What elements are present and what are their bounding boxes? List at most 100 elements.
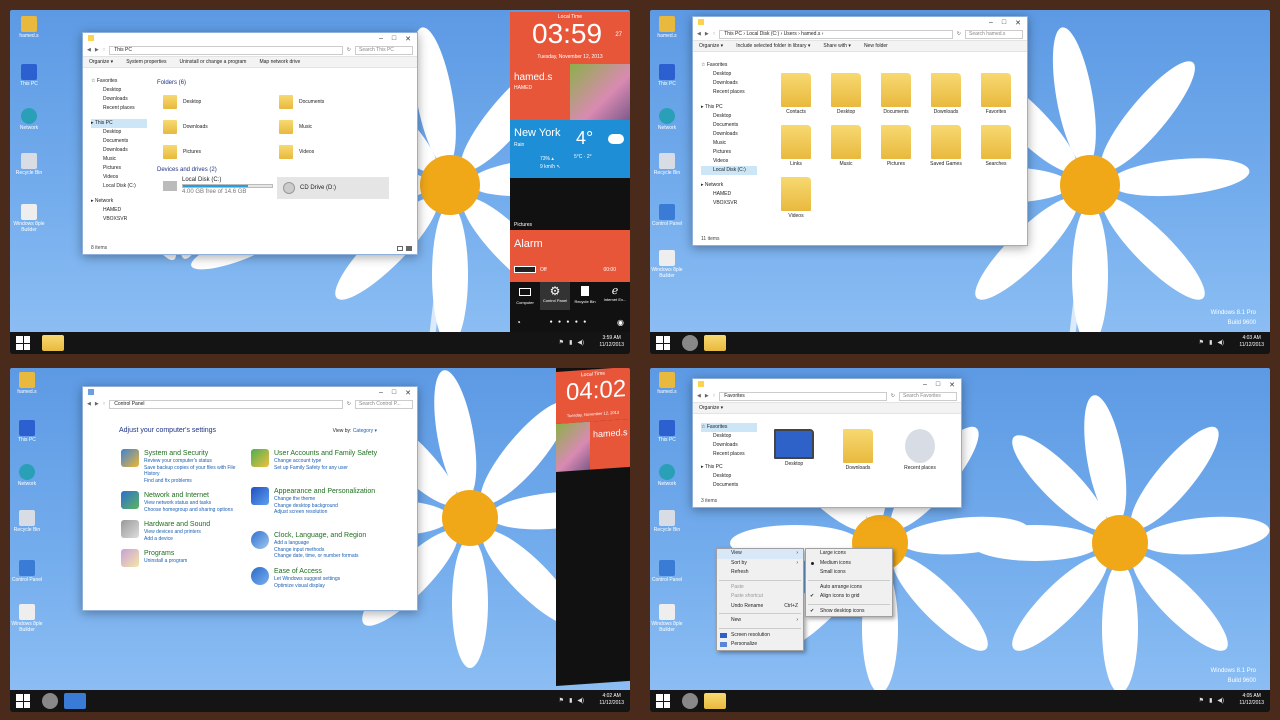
back-icon[interactable]: ◀	[87, 47, 91, 53]
internet-explorer-taskbar-icon[interactable]	[42, 693, 58, 709]
desktop-icon-recycle-bin[interactable]: Recycle Bin	[10, 510, 44, 533]
search-input[interactable]: Search Favorites	[899, 391, 957, 401]
category-link[interactable]: Find and fix problems	[144, 478, 235, 485]
page-dots[interactable]: ● ● ● ● ●	[550, 319, 589, 325]
category-link[interactable]: Choose homegroup and sharing options	[144, 507, 233, 514]
category-link[interactable]: Set up Family Safety for any user	[274, 465, 377, 472]
file-explorer-taskbar-icon[interactable]	[42, 335, 64, 351]
network-tray-icon[interactable]: ▮	[569, 697, 572, 704]
folder-item[interactable]: Pictures	[871, 125, 921, 167]
folder-item[interactable]: Music	[279, 120, 312, 134]
forward-icon[interactable]: ▶	[95, 401, 99, 407]
category-ease-of-access[interactable]: Ease of Access Let Windows suggest setti…	[251, 567, 391, 589]
category-link[interactable]: Uninstall a program	[144, 558, 187, 565]
search-input[interactable]: Search Control P...	[355, 399, 413, 409]
alarm-tile[interactable]: Alarm Off 00:00	[510, 230, 630, 282]
category-appearance[interactable]: Appearance and Personalization Change th…	[251, 487, 391, 516]
nav-item[interactable]: Desktop	[91, 128, 147, 137]
shortcut-computer[interactable]: Computer	[510, 282, 540, 310]
minimize-button[interactable]: –	[379, 389, 383, 396]
desktop-icon-this-pc[interactable]: This PC	[650, 64, 684, 87]
folder-item[interactable]: Documents	[871, 73, 921, 115]
category-link[interactable]: Optimize visual display	[274, 583, 340, 590]
nav-network[interactable]: ▸ Network	[701, 181, 757, 190]
desktop-icon-user[interactable]: hamed.s	[12, 16, 46, 39]
volume-icon[interactable]: ◀)	[1217, 697, 1224, 704]
desktop-icon-control-panel[interactable]: Control Panel	[10, 560, 44, 583]
category-link[interactable]: Add a device	[144, 536, 210, 543]
maximize-button[interactable]: □	[392, 389, 396, 396]
search-input[interactable]: Search hamed.s	[965, 29, 1023, 39]
forward-icon[interactable]: ▶	[95, 47, 99, 53]
address-field[interactable]: Control Panel	[109, 399, 343, 409]
submenu-small-icons[interactable]: Small icons	[806, 568, 892, 578]
back-icon[interactable]: ◀	[697, 31, 701, 37]
category-programs[interactable]: Programs Uninstall a program	[121, 549, 261, 567]
desktop-icon-this-pc[interactable]: This PC	[650, 420, 684, 443]
nav-item[interactable]: Documents	[701, 121, 757, 130]
nav-item[interactable]: Recent places	[91, 104, 147, 113]
desktop-icon-builder[interactable]: Windows 8ple Builder	[10, 604, 44, 633]
volume-icon[interactable]: ◀)	[577, 339, 584, 346]
category-system-security[interactable]: System and Security Review your computer…	[121, 449, 261, 484]
action-center-icon[interactable]: ⚑	[559, 697, 564, 704]
nav-item[interactable]: VBOXSVR	[701, 199, 757, 208]
folder-item[interactable]: Saved Games	[921, 125, 971, 167]
start-button[interactable]	[656, 336, 670, 350]
start-button[interactable]	[16, 336, 30, 350]
action-center-icon[interactable]: ⚑	[559, 339, 564, 346]
category-title[interactable]: Appearance and Personalization	[274, 487, 375, 496]
folder-item[interactable]: Downloads	[921, 73, 971, 115]
wrench-icon[interactable]: ◔	[516, 318, 521, 327]
action-center-icon[interactable]: ⚑	[1199, 339, 1204, 346]
folder-item[interactable]: Contacts	[771, 73, 821, 115]
nav-item[interactable]: Downloads	[701, 79, 757, 88]
folder-item[interactable]: Links	[771, 125, 821, 167]
desktop-icon-network[interactable]: Network	[10, 464, 44, 487]
share-with-button[interactable]: Share with ▾	[823, 43, 851, 49]
close-button[interactable]: ✕	[1015, 19, 1021, 27]
settings-icon[interactable]: ◉	[617, 318, 624, 327]
menu-item-undo-rename[interactable]: Undo Rename Ctrl+Z	[717, 602, 803, 612]
minimize-button[interactable]: –	[989, 19, 993, 26]
up-icon[interactable]: ↑	[103, 47, 106, 53]
weather-tile[interactable]: New York Rain 73% ▴ 9 km/h ↖ 4° 5°C · 2°	[510, 120, 630, 178]
minimize-button[interactable]: –	[923, 381, 927, 388]
nav-this-pc[interactable]: ▸ This PC	[91, 119, 147, 128]
category-link[interactable]: Adjust screen resolution	[274, 509, 375, 516]
category-title[interactable]: Ease of Access	[274, 567, 340, 576]
address-field[interactable]: This PC	[109, 45, 343, 55]
desktop-icon-this-pc[interactable]: This PC	[10, 420, 44, 443]
nav-network[interactable]: ▸ Network	[91, 197, 147, 206]
nav-item[interactable]: Downloads	[701, 441, 757, 450]
folder-item[interactable]: Videos	[279, 145, 314, 159]
shortcut-recycle-bin[interactable]: Recycle Bin	[570, 282, 600, 310]
nav-item[interactable]: Documents	[91, 137, 147, 146]
desktop-icon-builder[interactable]: Windows 8ple Builder	[12, 204, 46, 233]
control-panel-taskbar-icon[interactable]	[64, 693, 86, 709]
folder-item[interactable]: Favorites	[971, 73, 1021, 115]
map-network-drive-button[interactable]: Map network drive	[259, 59, 300, 65]
desktop-icon-control-panel[interactable]: Control Panel	[650, 560, 684, 583]
start-button[interactable]	[656, 694, 670, 708]
forward-icon[interactable]: ▶	[705, 31, 709, 37]
maximize-button[interactable]: □	[936, 381, 940, 388]
organize-button[interactable]: Organize ▾	[89, 59, 113, 65]
desktop-icon-control-panel[interactable]: Control Panel	[650, 204, 684, 227]
nav-item[interactable]: Downloads	[701, 130, 757, 139]
nav-item[interactable]: Desktop	[701, 472, 757, 481]
category-title[interactable]: Network and Internet	[144, 491, 233, 500]
refresh-icon[interactable]: ↻	[891, 393, 895, 399]
cd-drive-item[interactable]: CD Drive (D:)	[277, 177, 389, 199]
submenu-auto-arrange[interactable]: Auto arrange icons	[806, 583, 892, 593]
nav-item[interactable]: Music	[91, 155, 147, 164]
nav-item[interactable]: HAMED	[91, 206, 147, 215]
category-user-accounts[interactable]: User Accounts and Family Safety Change a…	[251, 449, 391, 471]
category-title[interactable]: System and Security	[144, 449, 235, 458]
tray-clock[interactable]: 4:03 AM 11/12/2013	[1239, 335, 1264, 349]
forward-icon[interactable]: ▶	[705, 393, 709, 399]
nav-item[interactable]: Desktop	[91, 86, 147, 95]
favorite-item[interactable]: Recent places	[895, 429, 945, 471]
desktop-icon-builder[interactable]: Windows 8ple Builder	[650, 604, 684, 633]
desktop-icon-network[interactable]: Network	[650, 464, 684, 487]
